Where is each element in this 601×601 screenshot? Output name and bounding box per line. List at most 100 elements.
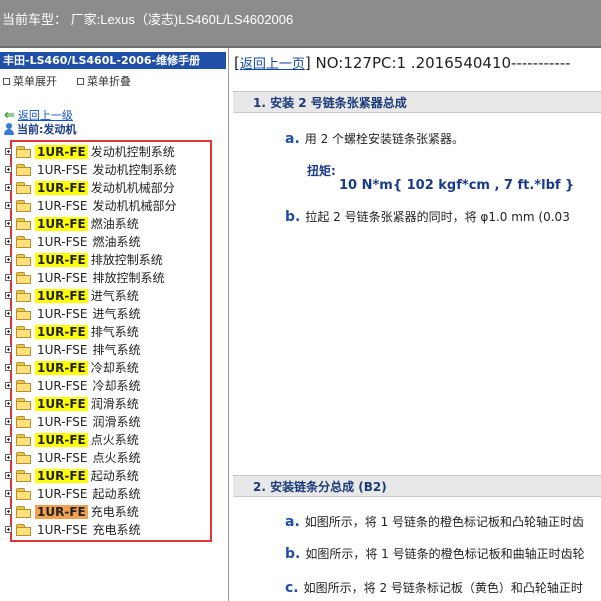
step-2b: b. 如图所示，将 1 号链条的橙色标记板和曲轴正时齿轮 (285, 545, 585, 562)
tree-item-label: 燃油系统 (90, 217, 139, 231)
expand-toggle-icon[interactable] (5, 436, 12, 443)
expand-toggle-icon[interactable] (5, 328, 12, 335)
folder-icon (16, 199, 31, 212)
tree-item[interactable]: 1UR-FE 润滑系统 (5, 395, 139, 412)
tree-item-label: 起动系统 (92, 487, 141, 501)
tree-item[interactable]: 1UR-FSE 起动系统 (5, 485, 141, 502)
expand-toggle-icon[interactable] (5, 310, 12, 317)
expand-toggle-icon[interactable] (5, 472, 12, 479)
folder-icon (16, 469, 31, 482)
tree-item[interactable]: 1UR-FSE 发动机机械部分 (5, 197, 177, 214)
tree-item[interactable]: 1UR-FSE 燃油系统 (5, 233, 141, 250)
engine-code-tag: 1UR-FE (35, 360, 88, 375)
tree-item[interactable]: 1UR-FE 点火系统 (5, 431, 139, 448)
top-banner: 当前车型： 厂家:Lexus（凌志)LS460L/LS4602006 (0, 0, 601, 48)
tree-item[interactable]: 1UR-FE 燃油系统 (5, 215, 139, 232)
manual-title: 丰田-LS460/LS460L-2006-维修手册 (0, 52, 226, 69)
expand-icon (3, 77, 10, 85)
tree-item[interactable]: 1UR-FE 充电系统 (5, 503, 139, 520)
expand-toggle-icon[interactable] (5, 220, 12, 227)
content-panel: [返回上一页] NO:127PC:1 .2016540410----------… (229, 48, 601, 601)
expand-toggle-icon[interactable] (5, 400, 12, 407)
folder-icon (16, 307, 31, 320)
document-number: NO:127PC:1 .2016540410----------- (315, 54, 571, 72)
step-1b: b. 拉起 2 号链条张紧器的同时，将 φ1.0 mm (0.03 (285, 208, 570, 225)
menu-collapse-label: 菜单折叠 (87, 75, 131, 88)
tree-item-label: 发动机控制系统 (92, 163, 177, 177)
expand-toggle-icon[interactable] (5, 490, 12, 497)
folder-icon (16, 361, 31, 374)
engine-code-tag: 1UR-FSE (37, 198, 88, 213)
expand-toggle-icon[interactable] (5, 292, 12, 299)
expand-toggle-icon[interactable] (5, 508, 12, 515)
expand-toggle-icon[interactable] (5, 238, 12, 245)
step-letter: a. (285, 514, 300, 530)
tree-item[interactable]: 1UR-FE 排气系统 (5, 323, 139, 340)
folder-icon (16, 271, 31, 284)
tree-item[interactable]: 1UR-FE 冷却系统 (5, 359, 139, 376)
folder-icon (16, 451, 31, 464)
tree-item[interactable]: 1UR-FSE 进气系统 (5, 305, 141, 322)
engine-code-tag: 1UR-FE (35, 324, 88, 339)
expand-toggle-icon[interactable] (5, 346, 12, 353)
tree-item[interactable]: 1UR-FSE 冷却系统 (5, 377, 141, 394)
menu-collapse-button[interactable]: 菜单折叠 (77, 73, 131, 89)
tree-item-label: 进气系统 (90, 289, 139, 303)
tree-item-label: 发动机控制系统 (90, 145, 175, 159)
menu-expand-button[interactable]: 菜单展开 (3, 73, 57, 89)
tree-item[interactable]: 1UR-FE 发动机机械部分 (5, 179, 175, 196)
step-letter: c. (285, 580, 299, 596)
engine-code-tag: 1UR-FSE (37, 414, 88, 429)
step-text: 如图所示，将 1 号链条的橙色标记板和曲轴正时齿轮 (305, 547, 585, 561)
folder-icon (16, 523, 31, 536)
step-1a: a. 用 2 个螺栓安装链条张紧器。 (285, 130, 464, 147)
folder-icon (16, 217, 31, 230)
tree-item[interactable]: 1UR-FSE 发动机控制系统 (5, 161, 177, 178)
folder-icon (16, 235, 31, 248)
tree-item-label: 排放控制系统 (90, 253, 163, 267)
folder-icon (16, 505, 31, 518)
folder-icon (16, 145, 31, 158)
folder-icon (16, 163, 31, 176)
expand-toggle-icon[interactable] (5, 148, 12, 155)
expand-toggle-icon[interactable] (5, 184, 12, 191)
engine-code-tag: 1UR-FE (35, 468, 88, 483)
back-page-link[interactable]: 返回上一页 (240, 57, 305, 72)
engine-code-tag: 1UR-FE (35, 396, 88, 411)
tree-item[interactable]: 1UR-FE 起动系统 (5, 467, 139, 484)
expand-toggle-icon[interactable] (5, 382, 12, 389)
engine-code-tag: 1UR-FE (35, 504, 88, 519)
expand-toggle-icon[interactable] (5, 454, 12, 461)
tree-item[interactable]: 1UR-FSE 润滑系统 (5, 413, 141, 430)
tree-item-label: 发动机机械部分 (90, 181, 175, 195)
engine-code-tag: 1UR-FSE (37, 450, 88, 465)
current-vehicle-label: 当前车型： 厂家:Lexus（凌志)LS460L/LS4602006 (2, 12, 294, 27)
engine-code-tag: 1UR-FE (35, 288, 88, 303)
folder-icon (16, 181, 31, 194)
tree-item-label: 进气系统 (92, 307, 141, 321)
tree-item-label: 点火系统 (90, 433, 139, 447)
expand-toggle-icon[interactable] (5, 274, 12, 281)
expand-toggle-icon[interactable] (5, 202, 12, 209)
folder-icon (16, 487, 31, 500)
left-nav-panel: 丰田-LS460/LS460L-2006-维修手册 菜单展开 菜单折叠 ⇐ 返回… (0, 48, 229, 601)
tree-item[interactable]: 1UR-FSE 排放控制系统 (5, 269, 165, 286)
expand-toggle-icon[interactable] (5, 526, 12, 533)
expand-toggle-icon[interactable] (5, 364, 12, 371)
step-text: 如图所示，将 2 号链条标记板（黄色）和凸轮轴正时 (303, 581, 583, 595)
expand-toggle-icon[interactable] (5, 166, 12, 173)
step-2c: c. 如图所示，将 2 号链条标记板（黄色）和凸轮轴正时 (285, 579, 583, 596)
step-text: 拉起 2 号链条张紧器的同时，将 φ1.0 mm (0.03 (305, 210, 570, 224)
engine-code-tag: 1UR-FSE (37, 234, 88, 249)
tree-item[interactable]: 1UR-FE 进气系统 (5, 287, 139, 304)
collapse-icon (77, 77, 84, 85)
tree-item[interactable]: 1UR-FSE 排气系统 (5, 341, 141, 358)
expand-toggle-icon[interactable] (5, 418, 12, 425)
expand-toggle-icon[interactable] (5, 256, 12, 263)
tree-item[interactable]: 1UR-FE 排放控制系统 (5, 251, 163, 268)
tree-item[interactable]: 1UR-FSE 充电系统 (5, 521, 141, 538)
tree-item[interactable]: 1UR-FSE 点火系统 (5, 449, 141, 466)
tree-item-label: 点火系统 (92, 451, 141, 465)
user-icon (4, 123, 14, 135)
tree-item[interactable]: 1UR-FE 发动机控制系统 (5, 143, 175, 160)
